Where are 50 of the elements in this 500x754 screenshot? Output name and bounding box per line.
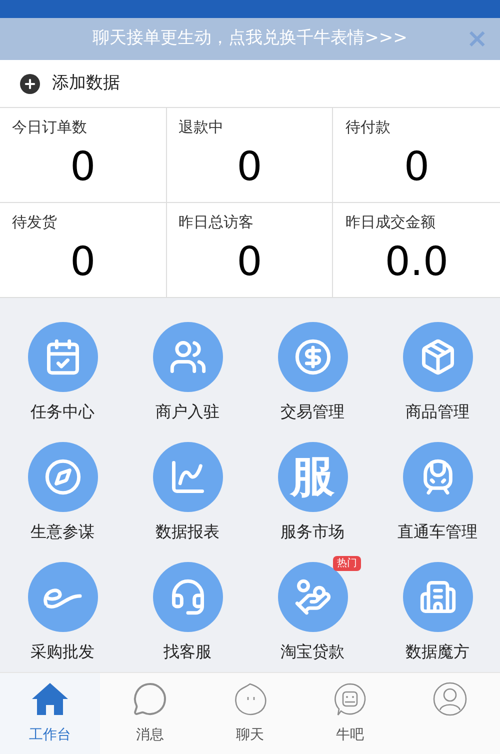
stat-card[interactable]: 待付款 0 bbox=[333, 108, 500, 203]
stat-label: 昨日总访客 bbox=[178, 212, 254, 233]
service-icon: 服 bbox=[278, 442, 348, 512]
speech-bubble-icon bbox=[132, 681, 168, 717]
app-shortcut[interactable]: 找客服 bbox=[125, 554, 250, 674]
stat-label: 待发货 bbox=[12, 212, 57, 233]
chat-face-icon bbox=[232, 681, 268, 717]
app-shortcut[interactable]: 商户入驻 bbox=[125, 314, 250, 434]
app-shortcut[interactable]: 采购批发 bbox=[0, 554, 125, 674]
stat-value: 0 bbox=[70, 146, 96, 186]
app-label: 直通车管理 bbox=[398, 521, 478, 543]
stat-label: 退款中 bbox=[178, 117, 224, 138]
user-profile-icon bbox=[432, 681, 468, 717]
stat-value: 0 bbox=[70, 242, 96, 282]
app-label: 交易管理 bbox=[280, 401, 344, 423]
stat-card[interactable]: 退款中 0 bbox=[166, 108, 334, 203]
app-shortcut[interactable]: 生意参谋 bbox=[0, 434, 125, 554]
app-label: 数据报表 bbox=[156, 521, 220, 543]
app-label: 服务市场 bbox=[280, 521, 344, 543]
app-shortcut[interactable]: 交易管理 bbox=[250, 314, 375, 434]
add-data-label: 添加数据 bbox=[52, 72, 120, 95]
app-label: 数据魔方 bbox=[406, 641, 470, 663]
stat-label: 待付款 bbox=[345, 117, 390, 138]
app-label: 采购批发 bbox=[30, 641, 94, 663]
add-data-row[interactable]: 添加数据 bbox=[0, 60, 500, 108]
app-label: 淘宝贷款 bbox=[280, 641, 344, 663]
app-label: 商品管理 bbox=[406, 401, 470, 423]
app-shortcut[interactable]: 服 服务市场 bbox=[250, 434, 375, 554]
app-shortcut[interactable]: 数据报表 bbox=[125, 434, 250, 554]
app-label: 生意参谋 bbox=[30, 521, 94, 543]
stat-value: 0 bbox=[404, 146, 430, 186]
app-shortcut[interactable]: 数据魔方 bbox=[375, 554, 500, 674]
app-shortcut[interactable]: 直通车管理 bbox=[375, 434, 500, 554]
tab[interactable]: 工作台 bbox=[0, 673, 100, 754]
app-shortcut[interactable]: 商品管理 bbox=[375, 314, 500, 434]
stat-label: 今日订单数 bbox=[12, 117, 87, 138]
stat-value: 0 bbox=[236, 242, 262, 282]
app-label: 找客服 bbox=[164, 641, 212, 663]
app-shortcut[interactable]: 热门 淘宝贷款 bbox=[250, 554, 375, 674]
app-label: 任务中心 bbox=[30, 401, 94, 423]
stat-label: 昨日成交金额 bbox=[345, 212, 436, 233]
home-icon bbox=[30, 681, 70, 717]
stat-value: 0 bbox=[236, 146, 262, 186]
stat-card[interactable]: 今日订单数 0 bbox=[0, 108, 167, 203]
banner-text: 聊天接单更生动，点我兑换千牛表情>>> bbox=[92, 27, 408, 50]
plus-icon bbox=[20, 74, 40, 94]
app-shortcut[interactable]: 任务中心 bbox=[0, 314, 125, 434]
app-label: 商户入驻 bbox=[156, 401, 220, 423]
stat-value: 0.0 bbox=[384, 242, 448, 282]
hot-badge: 热门 bbox=[333, 556, 361, 571]
